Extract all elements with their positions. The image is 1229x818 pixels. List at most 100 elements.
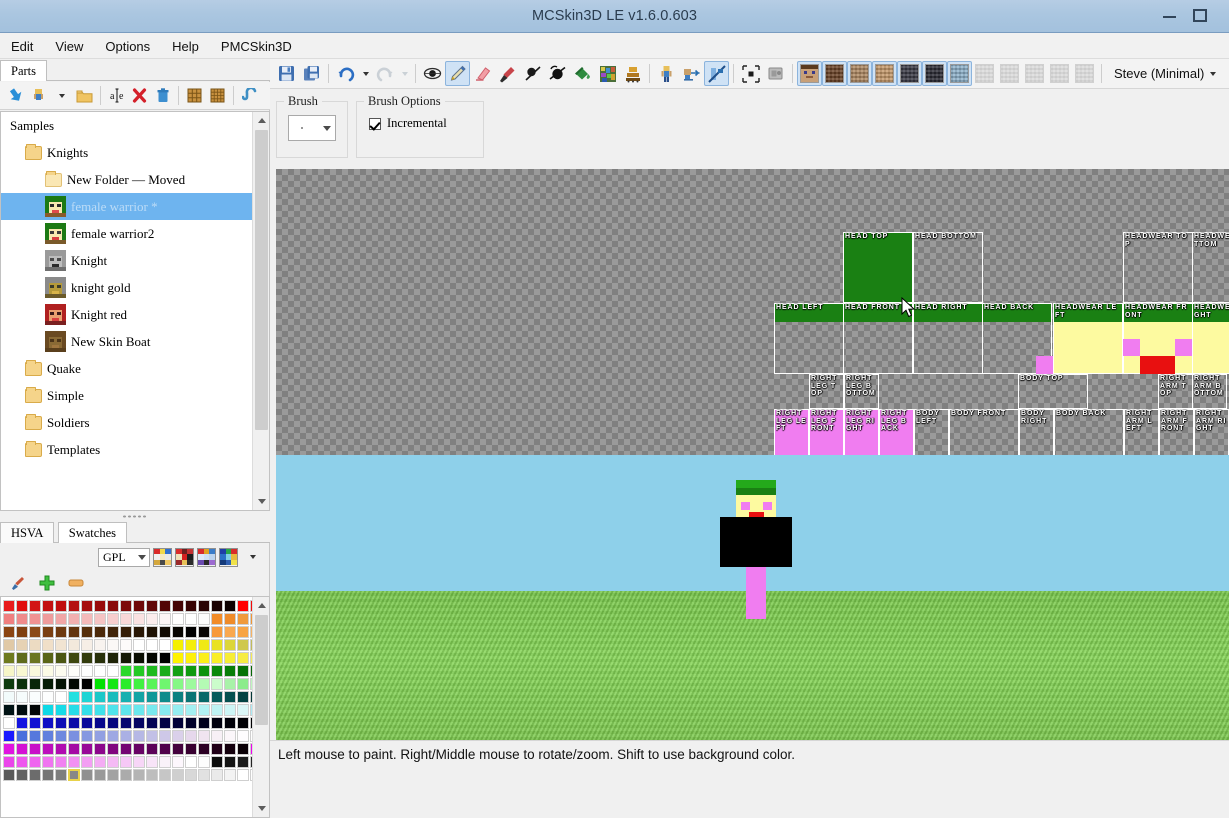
part-armor-right-arm-button[interactable] [1022,61,1047,86]
color-swatch[interactable] [237,600,249,612]
color-swatch[interactable] [55,717,67,729]
grid-small-button[interactable] [206,84,229,107]
color-swatch[interactable] [68,730,80,742]
color-swatch[interactable] [42,626,54,638]
color-swatch[interactable] [29,704,41,716]
color-swatch[interactable] [185,665,197,677]
part-armor-left-leg-button[interactable] [1047,61,1072,86]
color-swatch[interactable] [159,652,171,664]
color-swatch[interactable] [159,717,171,729]
color-swatch[interactable] [172,769,184,781]
color-swatch[interactable] [16,665,28,677]
part-helmet-button[interactable] [947,61,972,86]
color-swatch[interactable] [133,717,145,729]
color-swatch[interactable] [224,665,236,677]
color-swatch[interactable] [133,756,145,768]
tree-item[interactable]: Soldiers [1,409,252,436]
color-swatch[interactable] [3,704,15,716]
color-swatch[interactable] [81,717,93,729]
color-swatch[interactable] [211,769,223,781]
tree-item[interactable]: knight gold [1,274,252,301]
color-swatch[interactable] [94,769,106,781]
color-swatch[interactable] [3,652,15,664]
color-swatch[interactable] [198,600,210,612]
undo-button[interactable] [333,61,358,86]
color-swatch[interactable] [68,691,80,703]
part-body-button[interactable] [822,61,847,86]
color-swatch[interactable] [16,639,28,651]
part-armor-left-arm-button[interactable] [997,61,1022,86]
color-swatch[interactable] [133,743,145,755]
color-swatch[interactable] [55,743,67,755]
color-swatch[interactable] [42,704,54,716]
texture-pixel-mouth[interactable] [1140,356,1175,374]
color-swatch[interactable] [16,717,28,729]
color-swatch[interactable] [94,743,106,755]
color-swatch[interactable] [185,613,197,625]
redo-dropdown[interactable] [397,61,411,86]
color-swatch[interactable] [172,704,184,716]
color-swatch[interactable] [211,730,223,742]
color-swatch[interactable] [107,665,119,677]
color-swatch[interactable] [172,626,184,638]
color-swatch[interactable] [55,730,67,742]
color-swatch[interactable] [120,639,132,651]
color-swatch[interactable] [55,626,67,638]
color-swatch[interactable] [185,691,197,703]
tab-parts[interactable]: Parts [0,60,47,81]
tree-scroll-down-button[interactable] [253,493,269,510]
color-swatch[interactable] [211,691,223,703]
color-swatch[interactable] [42,613,54,625]
tab-swatches[interactable]: Swatches [57,522,127,543]
color-swatch[interactable] [3,665,15,677]
swatch-grid-panel[interactable] [0,596,270,818]
color-swatch[interactable] [107,639,119,651]
panel-splitter[interactable] [0,511,270,521]
menu-item-view[interactable]: View [44,35,94,58]
color-swatch[interactable] [172,613,184,625]
color-swatch[interactable] [29,665,41,677]
color-swatch[interactable] [68,613,80,625]
color-swatch[interactable] [29,613,41,625]
dropper-tool-button[interactable] [495,61,520,86]
color-swatch[interactable] [29,678,41,690]
color-swatch[interactable] [81,626,93,638]
color-swatch[interactable] [55,639,67,651]
color-swatch[interactable] [120,626,132,638]
color-swatch[interactable] [55,704,67,716]
color-swatch[interactable] [237,665,249,677]
color-swatch[interactable] [198,613,210,625]
color-swatch[interactable] [198,743,210,755]
color-swatch[interactable] [198,652,210,664]
color-swatch[interactable] [94,626,106,638]
tree-item[interactable]: Samples [1,112,252,139]
color-swatch[interactable] [94,730,106,742]
color-swatch[interactable] [185,730,197,742]
color-swatch[interactable] [68,678,80,690]
color-swatch[interactable] [237,678,249,690]
color-swatch[interactable] [146,730,158,742]
color-swatch[interactable] [16,704,28,716]
noise-tool-button[interactable] [595,61,620,86]
color-swatch[interactable] [94,652,106,664]
color-swatch[interactable] [146,639,158,651]
remove-swatch-button[interactable] [64,572,87,595]
color-swatch[interactable] [146,756,158,768]
color-swatch[interactable] [159,743,171,755]
color-swatch[interactable] [120,704,132,716]
recycle-button[interactable] [151,84,174,107]
color-swatch[interactable] [224,639,236,651]
tree-scroll-up-button[interactable] [253,112,269,129]
tree-item[interactable]: Knight red [1,301,252,328]
color-swatch[interactable] [185,600,197,612]
color-swatch[interactable] [68,652,80,664]
rename-button[interactable]: ae [105,84,128,107]
color-swatch[interactable] [29,691,41,703]
color-swatch[interactable] [107,704,119,716]
part-armor-right-leg-button[interactable] [1072,61,1097,86]
color-swatch[interactable] [29,639,41,651]
color-swatch[interactable] [29,626,41,638]
color-swatch[interactable] [172,730,184,742]
color-swatch[interactable] [81,639,93,651]
color-swatch[interactable] [16,600,28,612]
